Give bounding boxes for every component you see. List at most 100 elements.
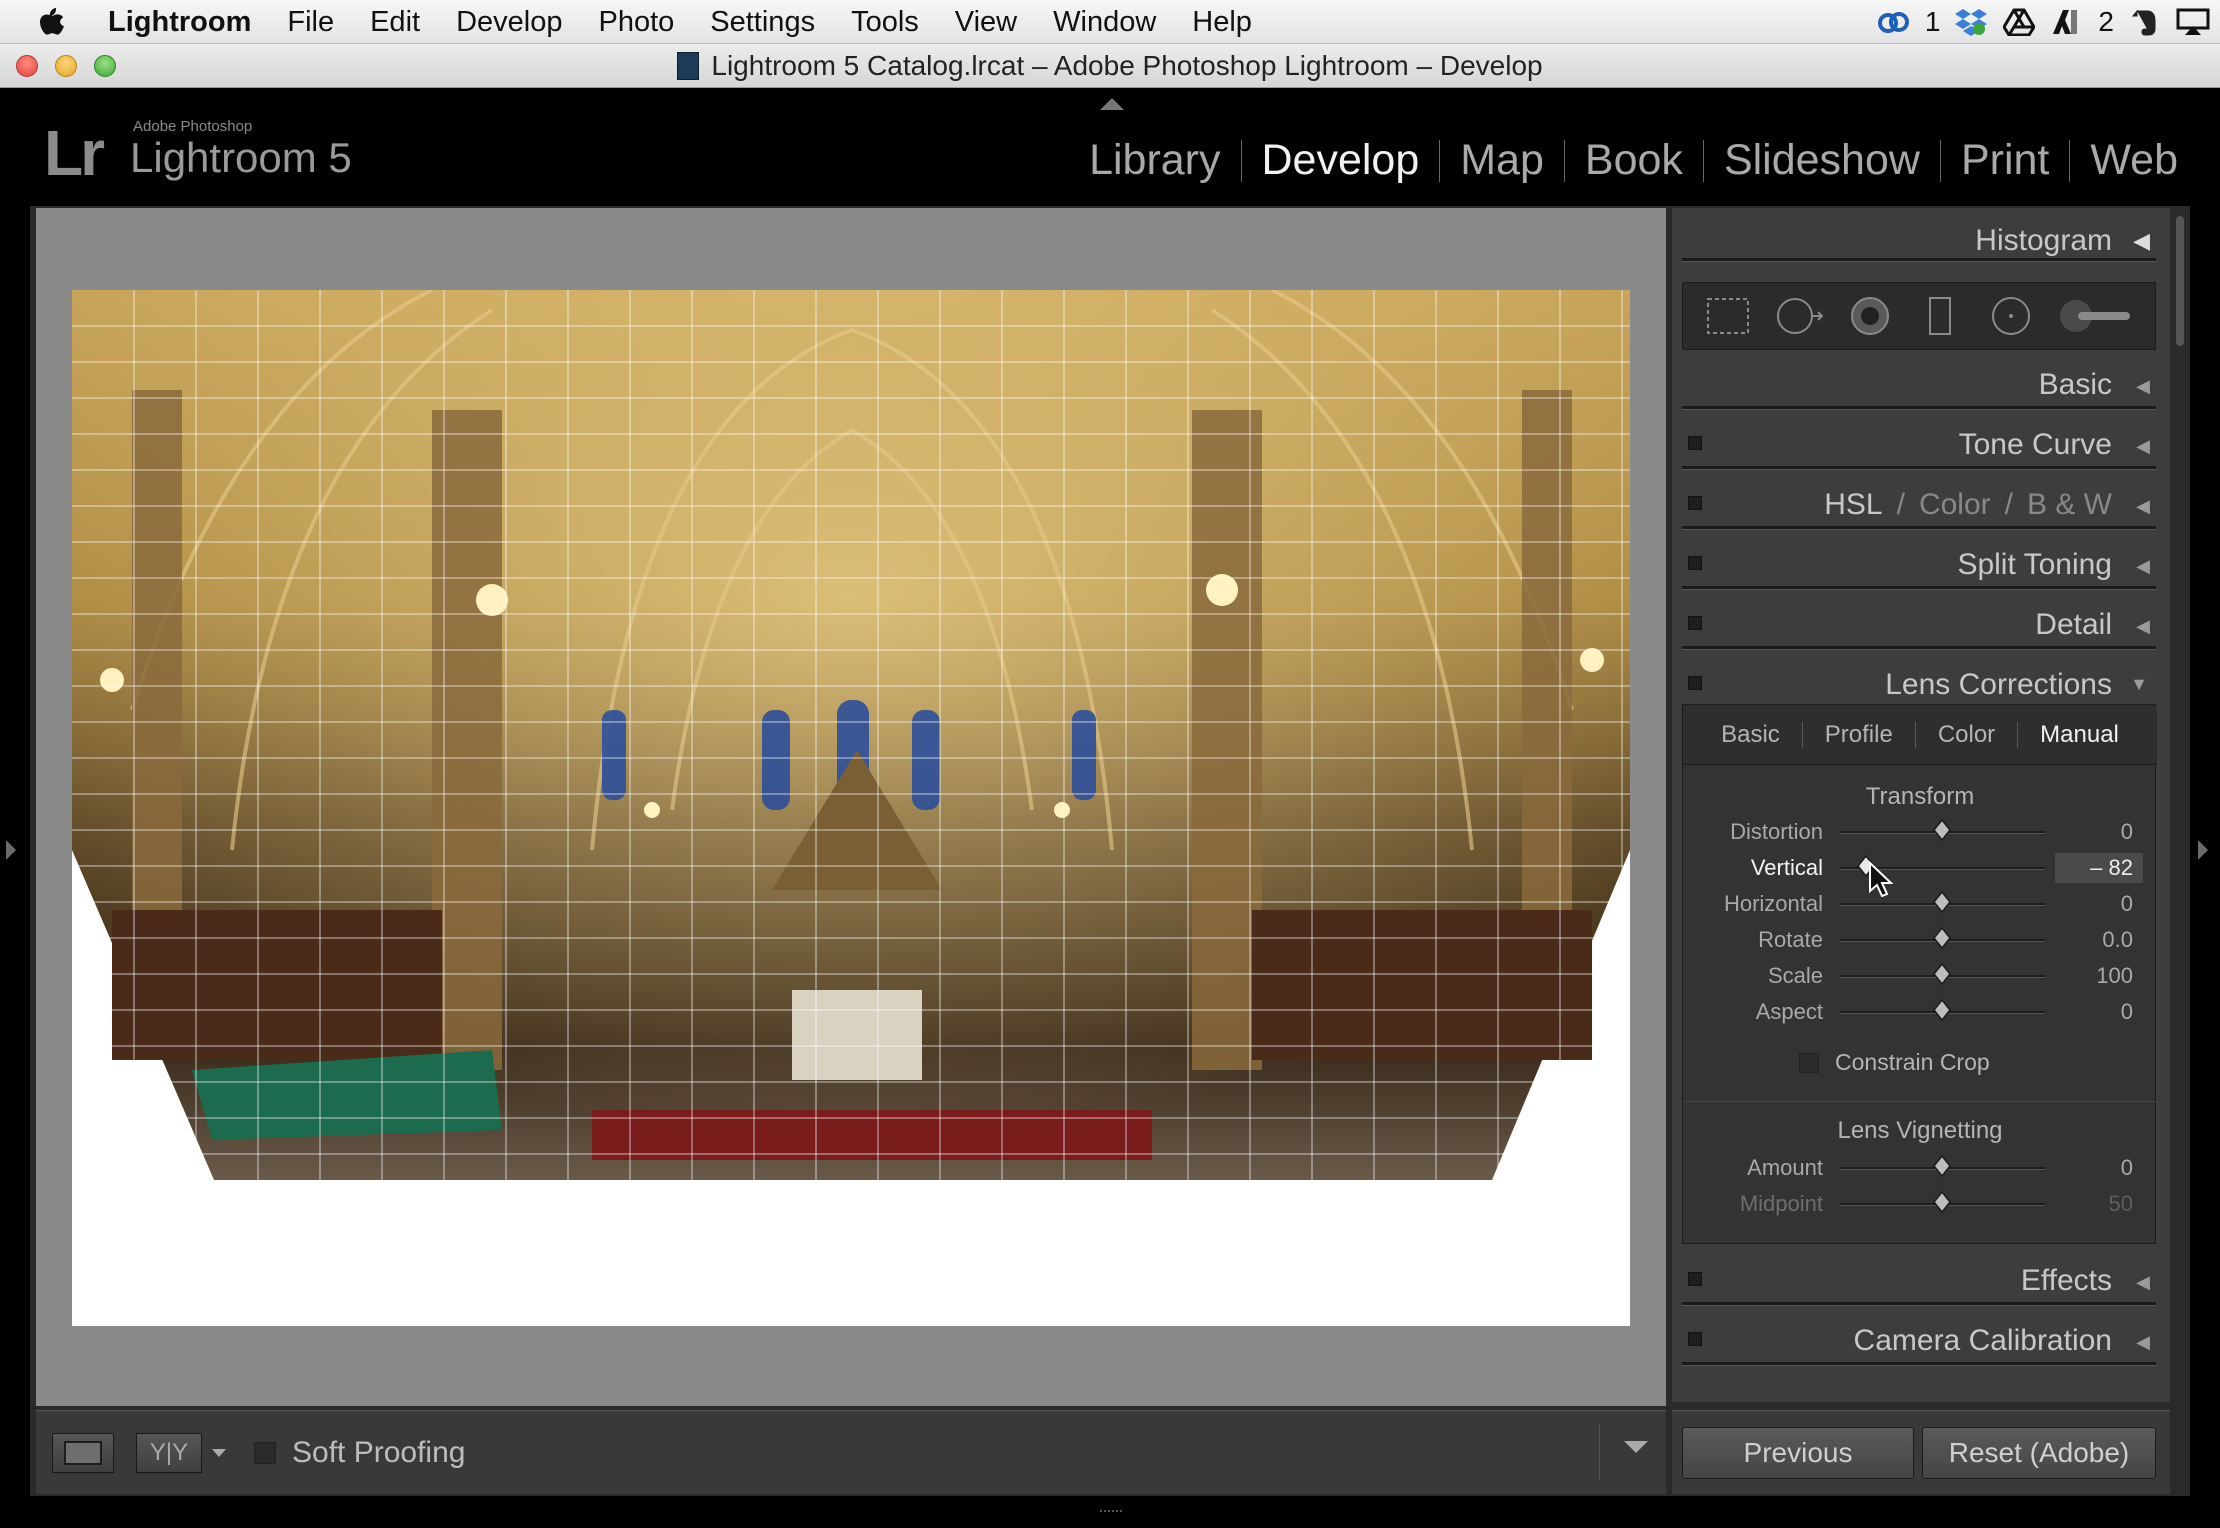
midpoint-value[interactable]: 50 (2053, 1189, 2133, 1219)
module-web[interactable]: Web (2070, 136, 2198, 185)
distortion-slider-thumb[interactable] (1933, 818, 1951, 842)
hsl-tab[interactable]: HSL (1824, 488, 1882, 522)
midpoint-slider-thumb[interactable] (1933, 1190, 1951, 1214)
loupe-view-button[interactable] (52, 1432, 114, 1473)
creative-cloud-icon[interactable] (1877, 7, 1911, 37)
basic-expand-icon: ◀ (2136, 376, 2150, 396)
split-toning-switch[interactable] (1688, 556, 1702, 570)
right-panel-scroll-thumb[interactable] (2176, 216, 2184, 346)
spot-removal-tool-icon[interactable] (1773, 292, 1825, 340)
top-panel-toggle-icon[interactable] (1100, 98, 1124, 110)
scale-value[interactable]: 100 (2053, 961, 2133, 991)
rotate-value[interactable]: 0.0 (2053, 925, 2133, 955)
radial-filter-tool-icon[interactable] (1985, 292, 2037, 340)
menu-help[interactable]: Help (1174, 0, 1270, 44)
soft-proofing-label: Soft Proofing (292, 1435, 466, 1469)
menu-view[interactable]: View (937, 0, 1035, 44)
scale-slider-thumb[interactable] (1933, 962, 1951, 986)
menu-edit[interactable]: Edit (352, 0, 438, 44)
menu-app[interactable]: Lightroom (80, 0, 269, 44)
slider-row-horizontal: Horizontal 0 (1683, 889, 2157, 919)
bw-tab[interactable]: B & W (2027, 488, 2112, 522)
menu-extras: 1 2 (1877, 0, 2210, 44)
aspect-slider-thumb[interactable] (1933, 998, 1951, 1022)
lens-tab-basic[interactable]: Basic (1699, 721, 1802, 749)
hsl-expand-icon: ◀ (2136, 496, 2150, 516)
develop-toolbar: Y|Y Soft Proofing (36, 1410, 1666, 1494)
right-panel-toggle-icon[interactable] (2198, 840, 2208, 860)
amount-value[interactable]: 0 (2053, 1153, 2133, 1183)
hsl-switch[interactable] (1688, 496, 1702, 510)
tone-curve-expand-icon: ◀ (2136, 436, 2150, 456)
right-panel-scrollbar[interactable] (2174, 208, 2186, 1402)
slider-row-rotate: Rotate 0.0 (1683, 925, 2157, 955)
graduated-filter-tool-icon[interactable] (1914, 292, 1966, 340)
split-toning-expand-icon: ◀ (2136, 556, 2150, 576)
menu-photo[interactable]: Photo (580, 0, 692, 44)
camera-calibration-expand-icon: ◀ (2136, 1332, 2150, 1352)
window-title: Lightroom 5 Catalog.lrcat – Adobe Photos… (0, 44, 2220, 88)
filmstrip-toggle-icon[interactable] (1100, 1510, 1122, 1520)
left-panel-toggle-icon[interactable] (6, 840, 16, 860)
slider-row-midpoint: Midpoint 50 (1683, 1189, 2157, 1219)
transform-title: Transform (1865, 783, 1975, 810)
effects-switch[interactable] (1688, 1272, 1702, 1286)
module-book[interactable]: Book (1565, 136, 1703, 185)
google-drive-icon[interactable] (2002, 7, 2036, 37)
slider-row-distortion: Distortion 0 (1683, 817, 2157, 847)
red-eye-tool-icon[interactable] (1844, 292, 1896, 340)
evernote-icon[interactable] (2128, 7, 2162, 37)
aspect-value[interactable]: 0 (2053, 997, 2133, 1027)
reset-button[interactable]: Reset (Adobe) (1922, 1427, 2156, 1479)
lens-tab-manual[interactable]: Manual (2018, 721, 2141, 749)
lens-tab-profile[interactable]: Profile (1803, 721, 1915, 749)
vertical-value[interactable]: – 82 (2055, 853, 2143, 883)
tone-curve-switch[interactable] (1688, 436, 1702, 450)
module-print[interactable]: Print (1941, 136, 2069, 185)
amount-slider-thumb[interactable] (1933, 1154, 1951, 1178)
module-map[interactable]: Map (1440, 136, 1564, 185)
horizontal-slider-thumb[interactable] (1933, 890, 1951, 914)
soft-proofing-checkbox[interactable] (254, 1441, 276, 1464)
dropbox-icon[interactable] (1954, 7, 1988, 37)
distortion-value[interactable]: 0 (2053, 817, 2133, 847)
scale-label: Scale (1767, 963, 1823, 988)
cathedral-photo (72, 290, 1630, 1326)
constrain-crop-row: Constrain Crop (1683, 1049, 2157, 1079)
mouse-cursor-icon (1868, 860, 1894, 904)
menu-tools[interactable]: Tools (833, 0, 937, 44)
module-develop[interactable]: Develop (1242, 136, 1440, 185)
slider-row-aspect: Aspect 0 (1683, 997, 2157, 1027)
color-tab[interactable]: Color (1919, 488, 1991, 522)
adobe-updater-icon[interactable] (2050, 7, 2084, 37)
lens-tab-color[interactable]: Color (1916, 721, 2017, 749)
adjustment-brush-tool-icon[interactable] (2056, 292, 2136, 340)
detail-switch[interactable] (1688, 616, 1702, 630)
photo-preview[interactable] (72, 290, 1630, 1326)
amount-label: Amount (1747, 1155, 1823, 1180)
rotate-slider-thumb[interactable] (1933, 926, 1951, 950)
rotate-label: Rotate (1758, 927, 1823, 952)
slider-row-amount: Amount 0 (1683, 1153, 2157, 1183)
crop-tool-icon[interactable] (1702, 292, 1754, 340)
airplay-icon[interactable] (2176, 7, 2210, 37)
module-library[interactable]: Library (1069, 136, 1240, 185)
slider-row-vertical: Vertical – 82 (1683, 853, 2157, 883)
toolbar-content-dropdown-icon[interactable] (1624, 1441, 1648, 1453)
lens-corrections-switch[interactable] (1688, 676, 1702, 690)
apple-icon[interactable] (20, 0, 80, 44)
aspect-label: Aspect (1755, 999, 1823, 1024)
menu-develop[interactable]: Develop (438, 0, 580, 44)
menu-settings[interactable]: Settings (692, 0, 833, 44)
menu-window[interactable]: Window (1035, 0, 1174, 44)
constrain-crop-checkbox[interactable] (1799, 1053, 1819, 1073)
previous-button[interactable]: Previous (1682, 1427, 1914, 1479)
module-slideshow[interactable]: Slideshow (1704, 136, 1940, 185)
lr-logo: Lr (44, 117, 105, 189)
before-after-dropdown-icon[interactable] (212, 1448, 226, 1457)
horizontal-value[interactable]: 0 (2053, 889, 2133, 919)
menu-file[interactable]: File (269, 0, 352, 44)
camera-calibration-switch[interactable] (1688, 1332, 1702, 1346)
before-after-button[interactable]: Y|Y (136, 1432, 202, 1473)
menu-bar: Lightroom File Edit Develop Photo Settin… (0, 0, 2220, 44)
